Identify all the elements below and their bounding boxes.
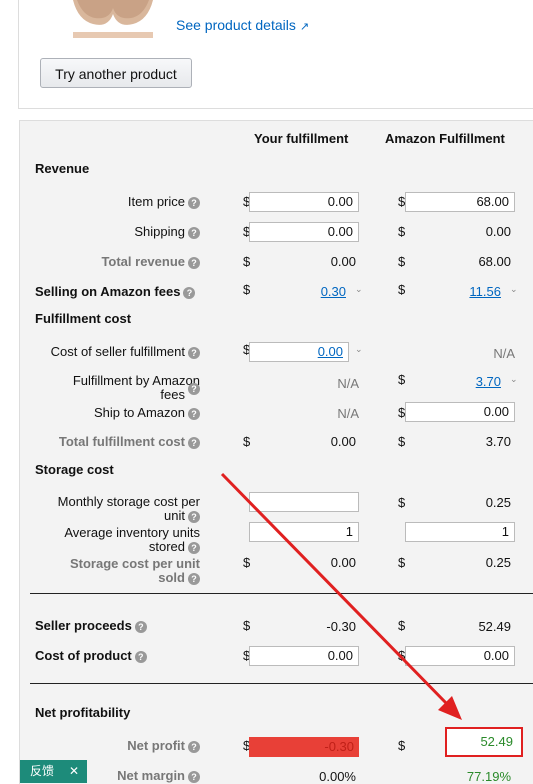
help-icon[interactable]: ? xyxy=(188,572,200,585)
label-fba-fees: Fulfillment by Amazon fees? xyxy=(72,373,200,402)
help-icon[interactable]: ? xyxy=(188,541,200,554)
help-icon[interactable]: ? xyxy=(188,346,200,359)
label-average-inventory: Average inventory units stored? xyxy=(64,525,200,554)
fba-fees-yours: N/A xyxy=(337,376,359,391)
label-cost-of-product: Cost of product? xyxy=(35,648,147,663)
shipping-input-yours[interactable]: 0.00 xyxy=(249,222,359,242)
help-icon[interactable]: ? xyxy=(188,226,200,239)
divider xyxy=(30,683,533,684)
storage-per-unit-yours: 0.00 xyxy=(330,555,356,570)
label-total-revenue: Total revenue? xyxy=(101,254,200,269)
header-your-fulfillment: Your fulfillment xyxy=(254,131,349,146)
cost-of-product-input-yours[interactable]: 0.00 xyxy=(249,646,359,666)
see-details-text: See product details xyxy=(176,17,296,33)
seller-proceeds-yours: -0.30 xyxy=(326,619,356,634)
average-inventory-input-amazon[interactable]: 1 xyxy=(405,522,515,542)
monthly-storage-input-yours[interactable] xyxy=(249,492,359,512)
label-selling-fees: Selling on Amazon fees? xyxy=(35,284,196,299)
label-item-price: Item price? xyxy=(128,194,200,209)
label-shipping: Shipping? xyxy=(134,224,200,239)
label-monthly-storage: Monthly storage cost per unit? xyxy=(57,494,200,523)
label-storage-per-unit: Storage cost per unit sold? xyxy=(69,556,200,585)
help-icon[interactable]: ? xyxy=(188,770,200,783)
help-icon[interactable]: ? xyxy=(188,436,200,449)
divider xyxy=(30,593,533,594)
chevron-down-icon[interactable]: ⌄ xyxy=(355,284,363,295)
help-icon[interactable]: ? xyxy=(188,382,200,395)
monthly-storage-amazon: 0.25 xyxy=(485,495,511,510)
help-icon[interactable]: ? xyxy=(188,510,200,523)
label-seller-fulfillment: Cost of seller fulfillment? xyxy=(51,344,200,359)
seller-fulfillment-input[interactable]: 0.00 xyxy=(249,342,349,362)
help-icon[interactable]: ? xyxy=(183,286,196,299)
ship-to-amazon-input[interactable]: 0.00 xyxy=(405,402,515,422)
section-fulfillment-cost: Fulfillment cost xyxy=(35,311,132,326)
help-icon[interactable]: ? xyxy=(188,740,200,753)
chevron-down-icon[interactable]: ⌄ xyxy=(355,344,363,355)
label-ship-to-amazon: Ship to Amazon? xyxy=(94,405,200,420)
total-fulfillment-amazon: 3.70 xyxy=(485,434,511,449)
net-margin-yours: 0.00% xyxy=(319,769,356,784)
currency-symbol: $ xyxy=(398,738,406,753)
label-net-margin: Net margin? xyxy=(117,768,200,783)
fba-fees-amazon-link[interactable]: 3.70 xyxy=(405,374,501,389)
label-seller-proceeds: Seller proceeds? xyxy=(35,618,147,633)
cost-of-product-input-amazon[interactable]: 0.00 xyxy=(405,646,515,666)
section-revenue: Revenue xyxy=(35,161,90,176)
help-icon[interactable]: ? xyxy=(188,407,200,420)
seller-fulfillment-amazon: N/A xyxy=(493,346,515,361)
storage-per-unit-amazon: 0.25 xyxy=(485,555,511,570)
external-link-icon: ↗ xyxy=(299,21,310,33)
close-icon[interactable]: ✕ xyxy=(69,760,79,783)
seller-proceeds-amazon: 52.49 xyxy=(478,619,511,634)
average-inventory-input-yours[interactable]: 1 xyxy=(249,522,359,542)
header-amazon-fulfillment: Amazon Fulfillment xyxy=(385,131,505,146)
ship-to-amazon-yours: N/A xyxy=(337,406,359,421)
try-another-product-button[interactable]: Try another product xyxy=(40,58,192,88)
total-revenue-yours: 0.00 xyxy=(330,254,356,269)
feedback-label: 反馈 xyxy=(30,764,55,778)
section-storage-cost: Storage cost xyxy=(35,462,114,477)
selling-fees-yours-link[interactable]: 0.30 xyxy=(249,284,346,299)
total-revenue-amazon: 68.00 xyxy=(478,254,511,269)
net-profit-yours: -0.30 xyxy=(249,737,359,757)
shipping-value-amazon: 0.00 xyxy=(485,224,511,239)
net-profit-amazon: 52.49 xyxy=(445,727,523,757)
chevron-down-icon[interactable]: ⌄ xyxy=(510,374,518,385)
revenue-calculator: Your fulfillment Amazon Fulfillment Reve… xyxy=(19,120,533,784)
label-net-profit: Net profit? xyxy=(127,738,200,753)
item-price-input-amazon[interactable]: 68.00 xyxy=(405,192,515,212)
help-icon[interactable]: ? xyxy=(188,256,200,269)
product-card: See product details ↗ Try another product xyxy=(18,0,533,109)
selling-fees-amazon-link[interactable]: 11.56 xyxy=(405,284,501,299)
net-margin-amazon: 77.19% xyxy=(466,769,511,784)
help-icon[interactable]: ? xyxy=(134,620,147,633)
product-image xyxy=(63,0,163,38)
chevron-down-icon[interactable]: ⌄ xyxy=(510,284,518,295)
feedback-tab[interactable]: 反馈 ✕ xyxy=(20,760,87,783)
item-price-input-yours[interactable]: 0.00 xyxy=(249,192,359,212)
help-icon[interactable]: ? xyxy=(134,650,147,663)
label-total-fulfillment: Total fulfillment cost? xyxy=(59,434,200,449)
see-product-details-link[interactable]: See product details ↗ xyxy=(176,17,309,33)
total-fulfillment-yours: 0.00 xyxy=(330,434,356,449)
section-net-profitability: Net profitability xyxy=(35,705,131,720)
help-icon[interactable]: ? xyxy=(188,196,200,209)
